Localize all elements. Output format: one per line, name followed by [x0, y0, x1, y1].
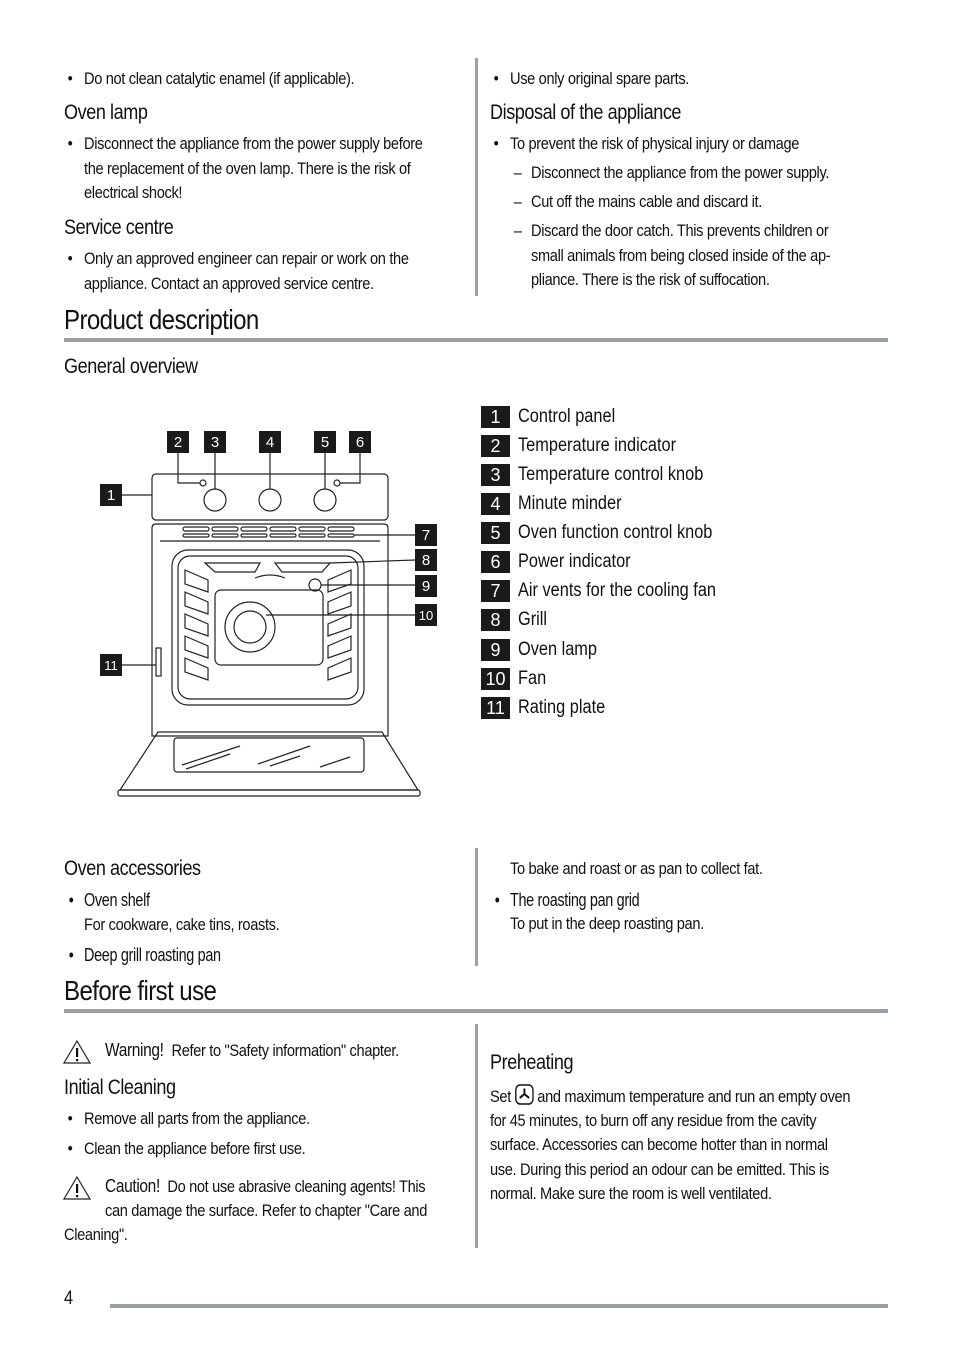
preheating-line: surface. Accessories can become hotter t…	[490, 1135, 828, 1154]
section-title-before-first-use: Before first use	[64, 975, 217, 1006]
callout-text: 1	[107, 487, 115, 504]
caution-text: Cleaning".	[64, 1225, 128, 1244]
oven-door-shape	[118, 731, 420, 791]
warning-text: Refer to "Safety information" chapter.	[171, 1041, 400, 1060]
list-item: Discard the door catch. This prevents ch…	[514, 219, 829, 244]
callout-text: 2	[174, 434, 182, 451]
accessory-desc: To put in the deep roasting pan.	[510, 914, 704, 933]
accessory-title: The roasting pan grid	[495, 888, 640, 913]
preheating-line: and maximum temperature and run an empty…	[537, 1087, 851, 1106]
list-item: To prevent the risk of physical injury o…	[494, 132, 800, 157]
function-knob-shape	[313, 488, 337, 512]
accessory-desc: For cookware, cake tins, roasts.	[84, 914, 280, 934]
callout-text: 11	[104, 658, 118, 673]
callout-text: 5	[321, 434, 329, 451]
grill-shape	[203, 562, 332, 573]
heading-preheating: Preheating	[490, 1051, 574, 1074]
fan-function-icon	[514, 1084, 534, 1105]
list-item: Disconnect the appliance from the power …	[68, 132, 423, 157]
fan-shape	[224, 601, 276, 653]
warning-icon	[62, 1039, 92, 1064]
section-title-product-description: Product description	[64, 304, 259, 335]
callout-text: 7	[422, 527, 430, 544]
caution-icon	[62, 1175, 92, 1200]
power-indicator-shape	[333, 479, 341, 487]
callout-text: 4	[266, 434, 274, 451]
column-divider	[475, 848, 478, 966]
column-divider	[475, 58, 478, 296]
heading-disposal: Disposal of the appliance	[490, 101, 682, 124]
heading-general-overview: General overview	[64, 355, 198, 378]
rating-plate-shape	[155, 647, 162, 677]
text-line: small animals from being closed inside o…	[531, 245, 831, 265]
list-item: Clean the appliance before first use.	[68, 1137, 306, 1162]
heading-oven-accessories: Oven accessories	[64, 857, 201, 880]
callout-text: 9	[422, 578, 430, 595]
page-number: 4	[64, 1288, 74, 1309]
oven-cavity-shape	[171, 549, 365, 706]
list-item: Disconnect the appliance from the power …	[514, 161, 830, 186]
caution-text: Do not use abrasive cleaning agents! Thi…	[167, 1177, 426, 1196]
warning-notice: Warning! Refer to "Safety information" c…	[105, 1038, 399, 1064]
list-item: Cut off the mains cable and discard it.	[514, 190, 762, 215]
warning-label: Warning!	[105, 1040, 164, 1060]
text-line: appliance. Contact an approved service c…	[84, 273, 374, 293]
section-rule	[64, 1009, 888, 1013]
list-item: Remove all parts from the appliance.	[68, 1107, 310, 1132]
shelf-runners-left	[184, 569, 209, 681]
footer-rule	[110, 1304, 888, 1308]
accessory-title: Oven shelf	[69, 888, 150, 913]
temperature-indicator-shape	[199, 479, 207, 487]
accessory-desc: To bake and roast or as pan to collect f…	[510, 859, 763, 878]
shelf-runners-right	[327, 569, 352, 681]
preheating-line: for 45 minutes, to burn off any residue …	[490, 1110, 817, 1130]
preheating-line: normal. Make sure the room is well venti…	[490, 1184, 772, 1203]
column-divider	[475, 1024, 478, 1248]
callout-text: 10	[419, 608, 433, 623]
list-item: Use only original spare parts.	[494, 67, 690, 92]
caution-label: Caution!	[105, 1176, 160, 1196]
text-line: pliance. There is the risk of suffocatio…	[531, 270, 770, 289]
text-line: electrical shock!	[84, 183, 183, 202]
set-word: Set	[490, 1087, 511, 1106]
caution-text: can damage the surface. Refer to chapter…	[105, 1200, 428, 1220]
heading-service-centre: Service centre	[64, 216, 174, 239]
list-item: Only an approved engineer can repair or …	[68, 247, 409, 272]
text-line: the replacement of the oven lamp. There …	[84, 158, 411, 178]
list-item: Do not clean catalytic enamel (if applic…	[68, 67, 355, 92]
callouts	[100, 431, 437, 676]
callout-text: 3	[211, 434, 219, 451]
heading-oven-lamp: Oven lamp	[64, 101, 148, 124]
temperature-knob-shape	[203, 488, 227, 512]
minute-minder-shape	[258, 488, 282, 512]
accessory-title: Deep grill roasting pan	[69, 943, 221, 968]
heading-initial-cleaning: Initial Cleaning	[64, 1076, 176, 1099]
oven-diagram: 2 3 4 5 6 1 7 8 9 10 11	[100, 431, 437, 797]
section-rule	[64, 338, 888, 342]
preheating-line: use. During this period an odour can be …	[490, 1159, 829, 1179]
oven-lamp-shape	[308, 578, 322, 592]
air-vents-shape	[182, 526, 355, 538]
callout-text: 8	[422, 552, 430, 569]
callout-text: 6	[356, 434, 364, 451]
door-window-shape	[173, 737, 365, 773]
